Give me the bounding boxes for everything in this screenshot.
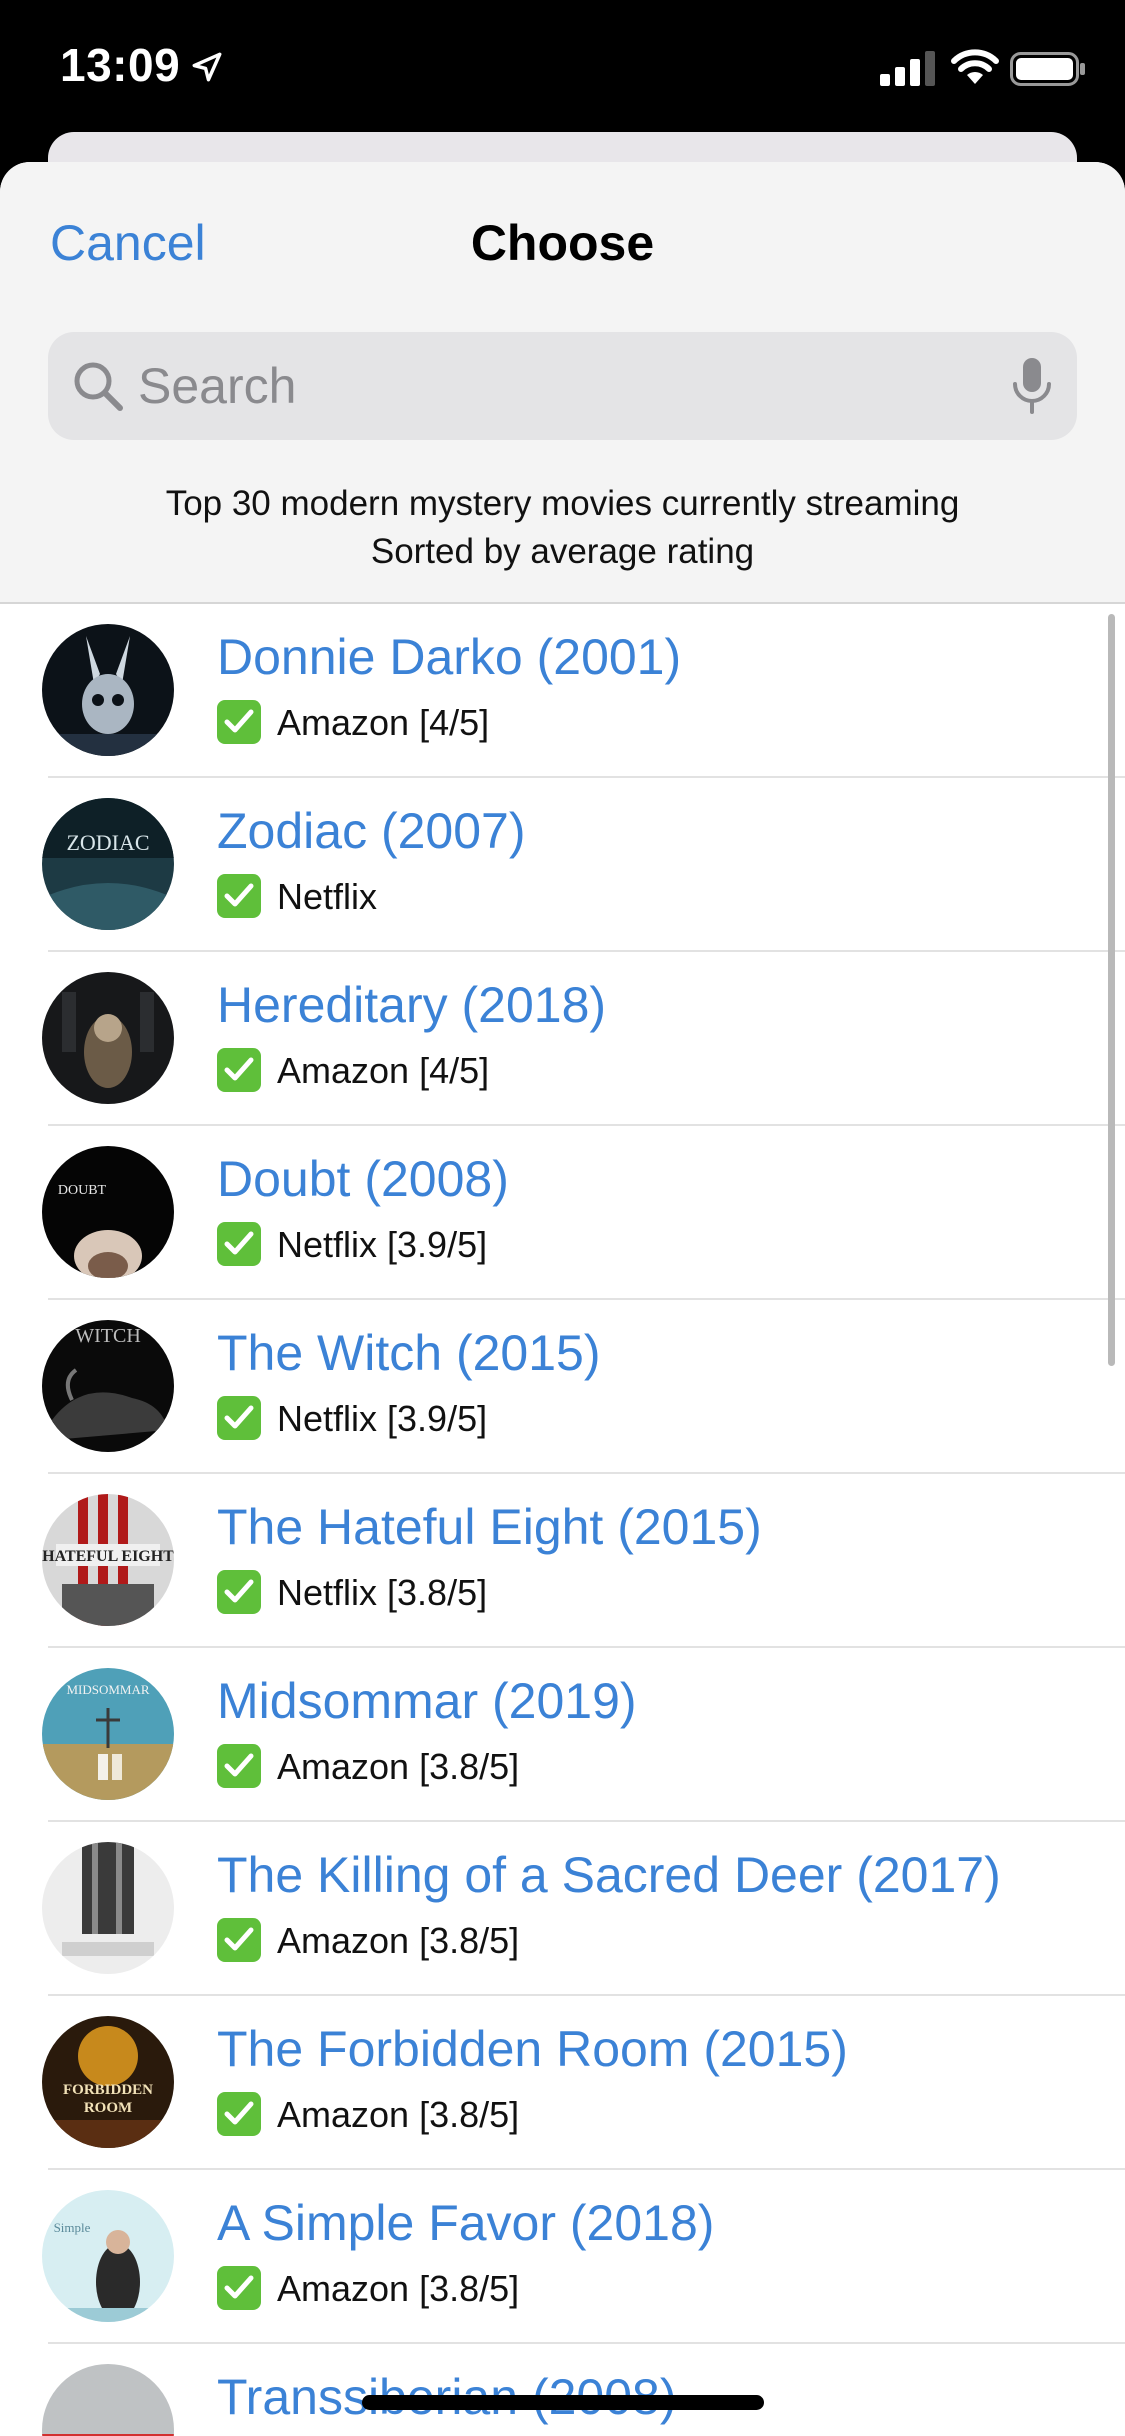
check-mark-icon	[217, 1396, 261, 1440]
check-mark-icon	[217, 1048, 261, 1092]
movie-title: Hereditary (2018)	[217, 977, 607, 1033]
movie-source: Amazon [3.8/5]	[277, 1920, 520, 1961]
svg-text:HATEFUL EIGHT: HATEFUL EIGHT	[42, 1548, 174, 1565]
movie-poster: HATEFUL EIGHT	[42, 1494, 174, 1626]
movie-title: Zodiac (2007)	[217, 803, 526, 859]
check-mark-icon	[217, 874, 261, 918]
movie-row[interactable]: Simple A Simple Favor (2018) Amazon [3.8…	[0, 2170, 1125, 2344]
search-bar[interactable]	[48, 332, 1077, 440]
svg-text:MIDSOMMAR: MIDSOMMAR	[66, 1682, 149, 1697]
movie-poster	[42, 624, 174, 756]
check-mark-icon	[217, 1744, 261, 1788]
movie-title: Doubt (2008)	[217, 1151, 509, 1207]
sheet-title: Choose	[470, 215, 655, 271]
scrollbar[interactable]	[1108, 614, 1115, 1366]
microphone-icon[interactable]	[1010, 356, 1054, 416]
svg-text:ZODIAC: ZODIAC	[66, 830, 149, 855]
movie-title: The Hateful Eight (2015)	[217, 1499, 762, 1555]
movie-poster: TRANSSIBERIAN	[42, 2364, 174, 2436]
movie-list: Donnie Darko (2001) Amazon [4/5] ZODIAC …	[0, 604, 1125, 2436]
movie-row[interactable]: DOUBT Doubt (2008) Netflix [3.9/5]	[0, 1126, 1125, 1300]
movie-poster	[42, 972, 174, 1104]
movie-poster: ZODIAC	[42, 798, 174, 930]
movie-source: Amazon [3.8/5]	[277, 2094, 520, 2135]
check-mark-icon	[217, 1222, 261, 1266]
check-mark-icon	[217, 1918, 261, 1962]
sheet-header: Cancel Choose Top 30 modern mystery movi…	[0, 162, 1125, 604]
movie-poster: Simple	[42, 2190, 174, 2322]
movie-row[interactable]: WITCH The Witch (2015) Netflix [3.9/5]	[0, 1300, 1125, 1474]
movie-poster: FORBIDDEN ROOM	[42, 2016, 174, 2148]
movie-source: Amazon [3.8/5]	[277, 1746, 520, 1787]
check-mark-icon	[217, 2266, 261, 2310]
battery-icon	[1010, 52, 1085, 86]
check-mark-icon	[217, 1570, 261, 1614]
location-arrow-icon	[192, 52, 222, 82]
chooser-sheet: Cancel Choose Top 30 modern mystery movi…	[0, 162, 1125, 2436]
movie-source: Amazon [4/5]	[277, 1050, 490, 1091]
movie-poster	[42, 1842, 174, 1974]
movie-row[interactable]: The Killing of a Sacred Deer (2017) Amaz…	[0, 1822, 1125, 1996]
movie-row[interactable]: ZODIAC Zodiac (2007) Netflix	[0, 778, 1125, 952]
movie-source: Netflix [3.8/5]	[277, 1572, 488, 1613]
svg-text:Simple: Simple	[54, 2220, 91, 2235]
svg-text:FORBIDDEN: FORBIDDEN	[63, 2082, 153, 2098]
list-description: Top 30 modern mystery movies currently s…	[165, 484, 960, 523]
movie-source: Amazon [3.8/5]	[277, 2268, 520, 2309]
movie-title: Donnie Darko (2001)	[217, 629, 682, 685]
movie-poster: DOUBT	[42, 1146, 174, 1278]
cellular-signal-icon	[880, 51, 935, 86]
check-mark-icon	[217, 2092, 261, 2136]
movie-title: The Witch (2015)	[217, 1325, 601, 1381]
svg-text:WITCH: WITCH	[75, 1325, 141, 1347]
status-time: 13:09	[60, 39, 181, 91]
movie-poster: MIDSOMMAR	[42, 1668, 174, 1800]
sort-description: Sorted by average rating	[370, 532, 755, 571]
search-input[interactable]	[138, 332, 998, 440]
home-indicator[interactable]	[362, 2395, 764, 2410]
movie-row[interactable]: Donnie Darko (2001) Amazon [4/5]	[0, 604, 1125, 778]
movie-title: Midsommar (2019)	[217, 1673, 637, 1729]
movie-row[interactable]: FORBIDDEN ROOM The Forbidden Room (2015)…	[0, 1996, 1125, 2170]
wifi-icon	[951, 49, 999, 84]
movie-row[interactable]: Hereditary (2018) Amazon [4/5]	[0, 952, 1125, 1126]
movie-row[interactable]: TRANSSIBERIAN Transsiberian (2008)	[0, 2344, 1125, 2436]
movie-source: Netflix [3.9/5]	[277, 1398, 488, 1439]
status-bar: 13:09	[0, 0, 1125, 135]
movie-row[interactable]: MIDSOMMAR Midsommar (2019) Amazon [3.8/5…	[0, 1648, 1125, 1822]
movie-source: Amazon [4/5]	[277, 702, 490, 743]
svg-text:DOUBT: DOUBT	[58, 1183, 107, 1198]
svg-text:ROOM: ROOM	[84, 2100, 132, 2116]
movie-title: The Forbidden Room (2015)	[217, 2021, 848, 2077]
search-icon	[74, 362, 123, 411]
movie-row[interactable]: HATEFUL EIGHT The Hateful Eight (2015) N…	[0, 1474, 1125, 1648]
movie-source: Netflix [3.9/5]	[277, 1224, 488, 1265]
movie-poster: WITCH	[42, 1320, 174, 1452]
movie-title: The Killing of a Sacred Deer (2017)	[217, 1847, 1001, 1903]
movie-title: A Simple Favor (2018)	[217, 2195, 715, 2251]
movie-source: Netflix	[277, 876, 378, 917]
check-mark-icon	[217, 700, 261, 744]
